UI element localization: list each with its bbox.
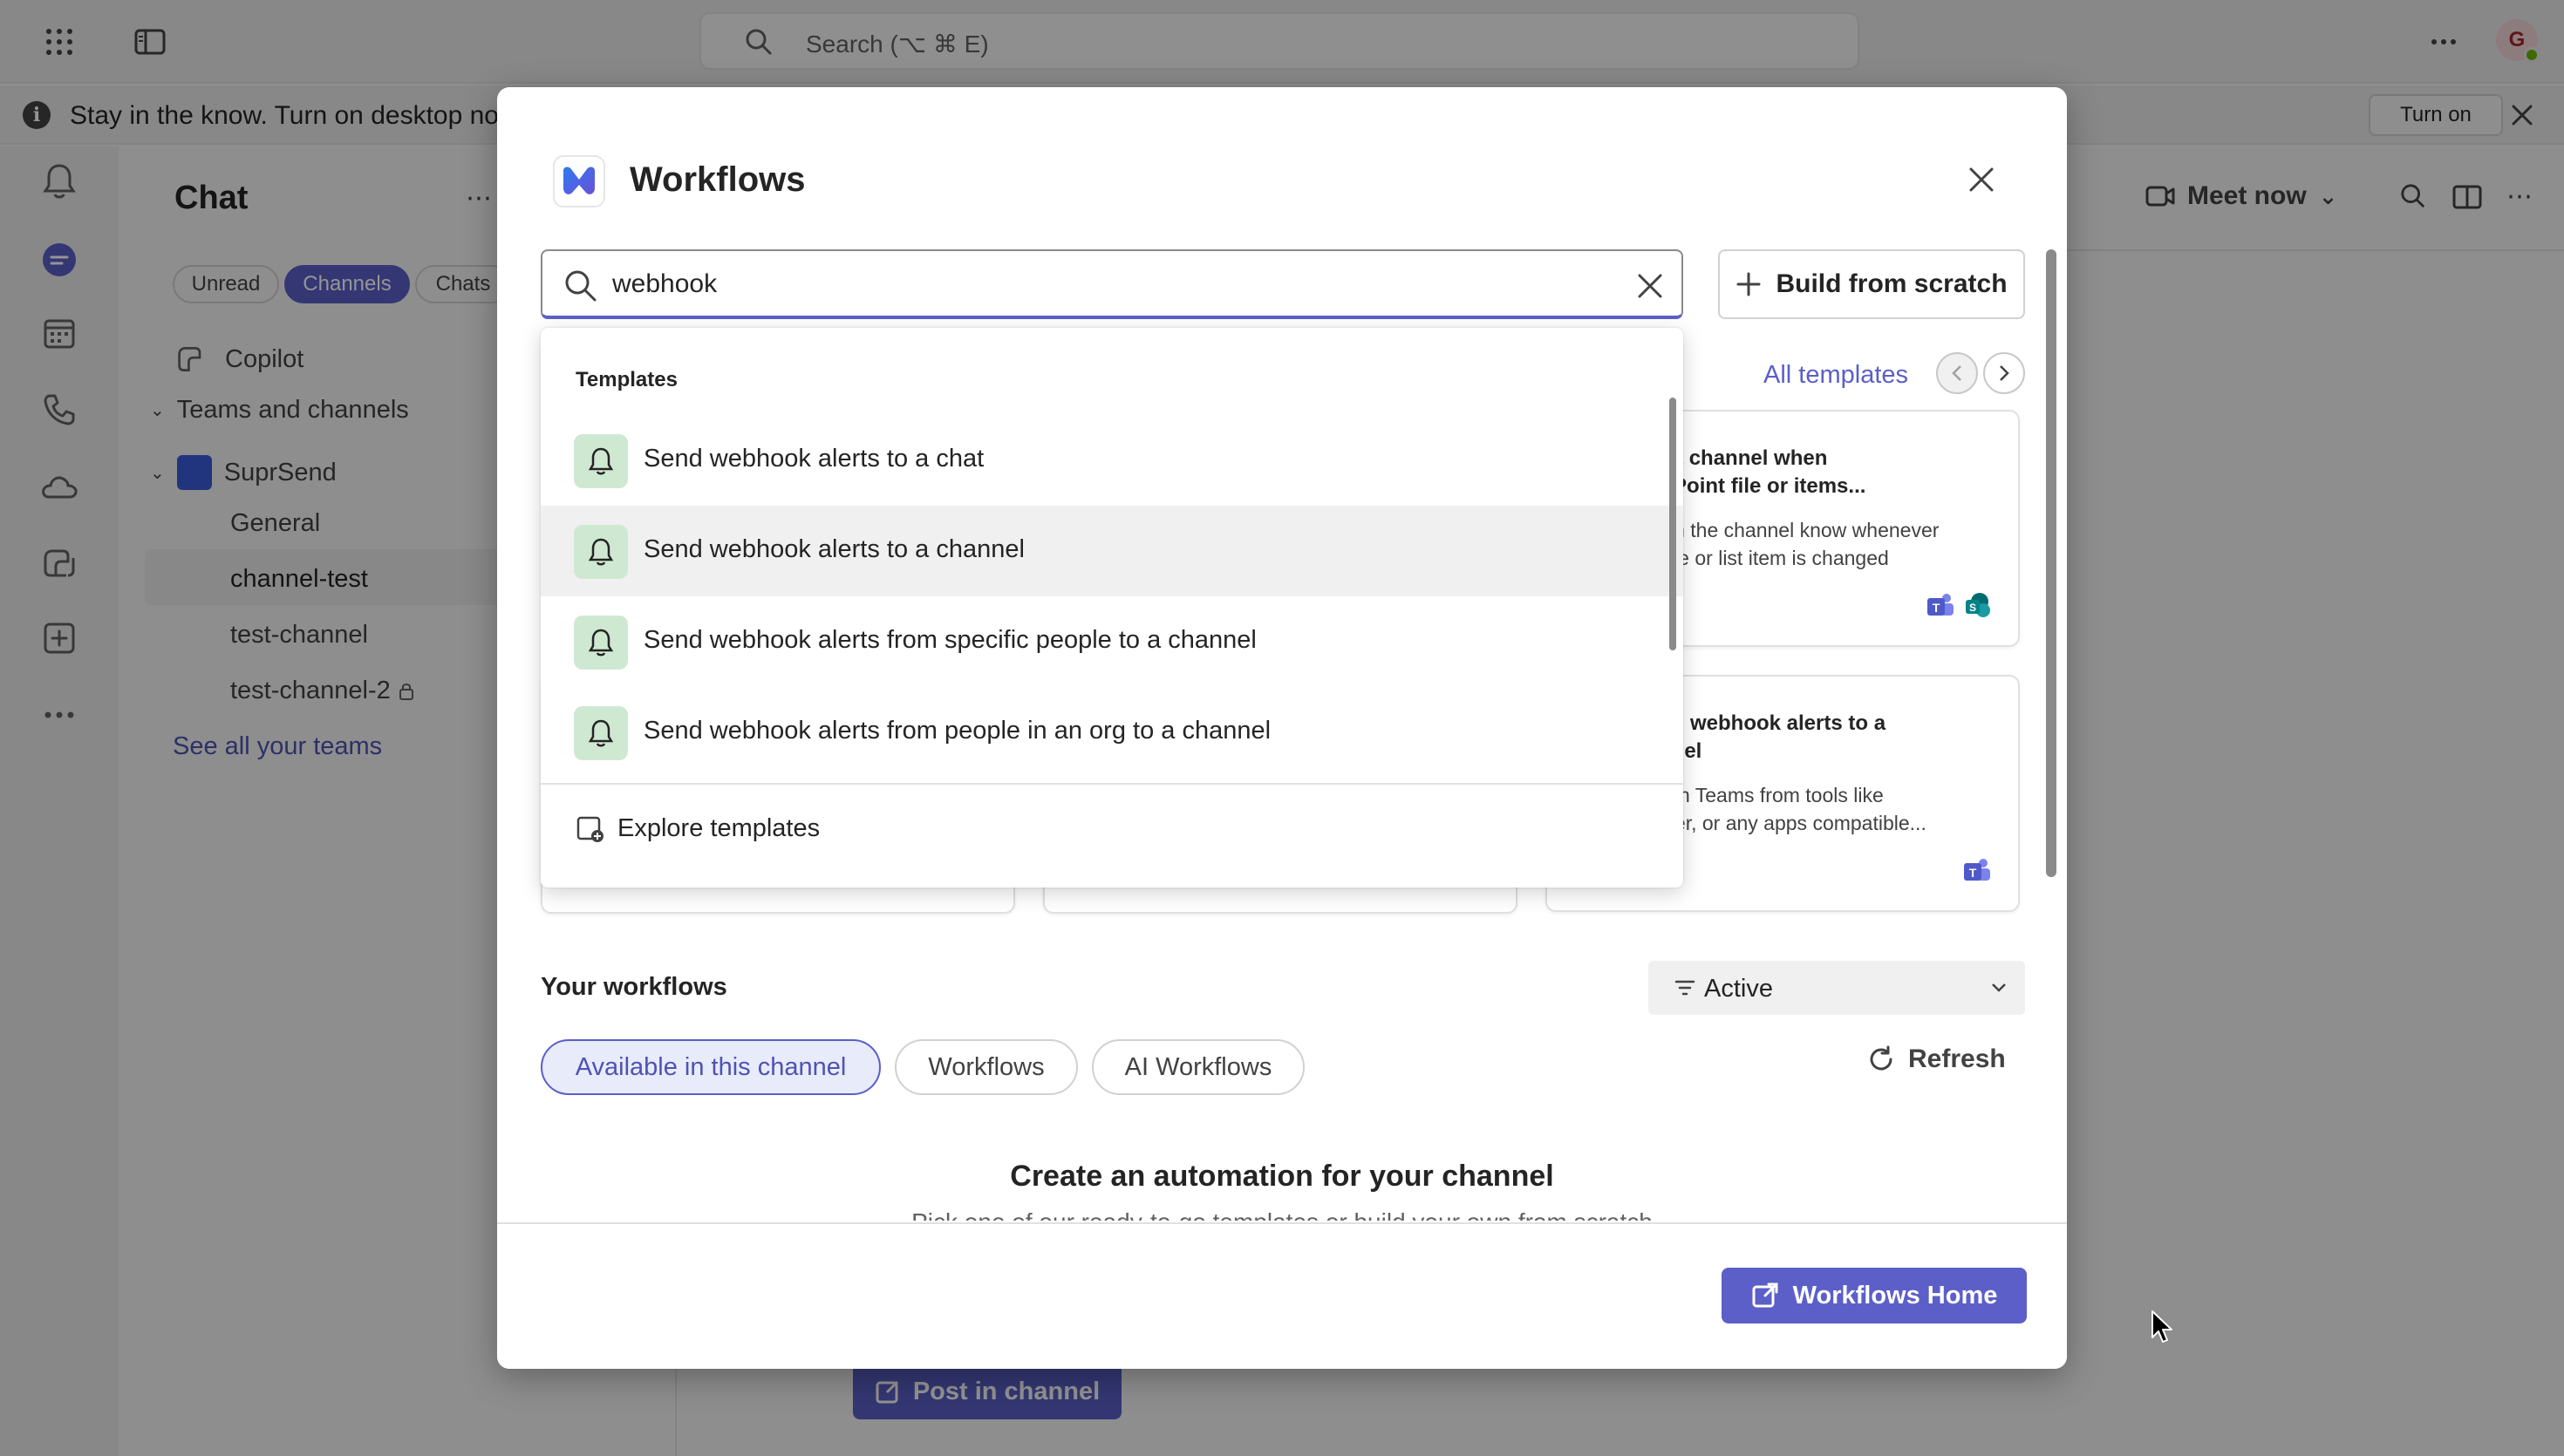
chevron-left-icon[interactable] (1936, 352, 1978, 394)
build-from-scratch-button[interactable]: Build from scratch (1718, 249, 2025, 319)
search-icon (563, 269, 598, 308)
mouse-cursor-icon (2151, 1310, 2175, 1349)
explore-templates-option[interactable]: Explore templates (576, 814, 820, 843)
dialog-title: Workflows (630, 160, 806, 199)
filter-icon (1674, 980, 1695, 996)
teams-icon: T (1927, 594, 1954, 616)
explore-templates-icon (576, 816, 603, 842)
dialog-scrollbar[interactable] (2046, 249, 2056, 877)
external-link-icon (1752, 1283, 1778, 1308)
tab-workflows[interactable]: Workflows (895, 1039, 1078, 1095)
workflows-logo-icon (553, 155, 605, 208)
clear-search-icon[interactable] (1631, 267, 1669, 305)
template-option-specific-people[interactable]: Send webhook alerts from specific people… (541, 596, 1683, 687)
svg-text:T: T (1933, 601, 1940, 615)
svg-text:T: T (1969, 866, 1977, 880)
workflows-home-label: Workflows Home (1792, 1281, 1998, 1310)
divider (541, 783, 1683, 785)
filter-value: Active (1704, 975, 1773, 1003)
template-option-label: Send webhook alerts from specific people… (644, 626, 1257, 654)
refresh-icon (1870, 1045, 1892, 1071)
empty-state-subtitle: Pick one of our ready-to-go templates or… (497, 1208, 2067, 1221)
bell-icon (574, 706, 628, 760)
chevron-down-icon (1992, 983, 2006, 992)
template-option-label: Send webhook alerts from people in an or… (644, 717, 1272, 745)
build-label: Build from scratch (1776, 269, 2008, 298)
template-suggestions-dropdown: Templates Send webhook alerts to a chat … (541, 328, 1683, 888)
all-templates-link[interactable]: All templates (1763, 361, 1908, 390)
refresh-label: Refresh (1908, 1044, 2006, 1073)
dropdown-header: Templates (576, 368, 678, 391)
bell-icon (574, 525, 628, 579)
template-option-channel[interactable]: Send webhook alerts to a channel (541, 506, 1683, 596)
status-filter-dropdown[interactable]: Active (1648, 961, 2025, 1015)
bell-icon (574, 434, 628, 488)
template-option-label: Send webhook alerts to a chat (644, 445, 985, 473)
refresh-button[interactable]: Refresh (1866, 1044, 2006, 1074)
card-description: ne in the channel know whenever nt file … (1641, 519, 1940, 569)
template-option-label: Send webhook alerts to a channel (644, 535, 1025, 563)
card-title: nd webhook alerts to a nnel (1659, 711, 1886, 763)
workflow-search-field[interactable] (541, 249, 1683, 319)
teams-icon: T (1964, 859, 1990, 881)
tab-available-in-channel[interactable]: Available in this channel (541, 1039, 881, 1095)
empty-state-title: Create an automation for your channel (1010, 1160, 1554, 1193)
search-input[interactable] (612, 262, 1589, 307)
card-description: s in Teams from tools like pier, or any … (1659, 784, 1926, 834)
template-option-chat[interactable]: Send webhook alerts to a chat (541, 415, 1683, 506)
svg-text:S: S (1969, 602, 1976, 614)
chevron-right-icon[interactable] (1983, 352, 2025, 394)
workflows-dialog: Workflows Build from scratch All templat… (497, 87, 2067, 1369)
template-option-org-people[interactable]: Send webhook alerts from people in an or… (541, 687, 1683, 778)
dropdown-scrollbar[interactable] (1669, 398, 1676, 650)
plus-icon (1736, 272, 1761, 296)
card-title: ify a channel when arePoint file or item… (1641, 446, 1866, 498)
explore-templates-label: Explore templates (617, 814, 821, 842)
bell-icon (574, 616, 628, 670)
sharepoint-icon: S (1966, 593, 1990, 617)
dialog-footer: Workflows Home (497, 1222, 2067, 1369)
your-workflows-heading: Your workflows (541, 973, 727, 1001)
close-icon[interactable] (1962, 160, 2001, 199)
workflows-home-button[interactable]: Workflows Home (1722, 1268, 2027, 1323)
tab-ai-workflows[interactable]: AI Workflows (1092, 1039, 1305, 1095)
